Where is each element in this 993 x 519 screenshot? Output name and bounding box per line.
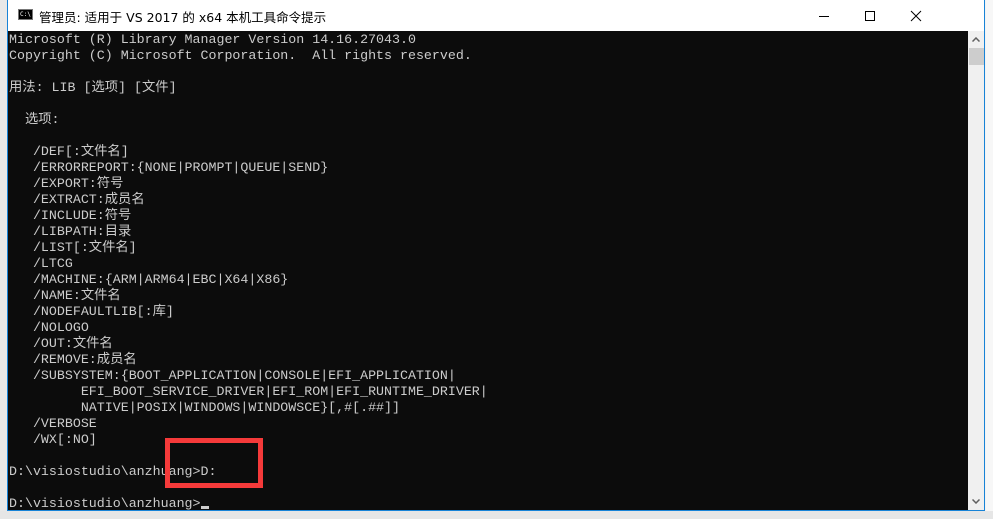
maximize-icon xyxy=(865,10,875,21)
close-icon xyxy=(910,10,922,21)
console-line: EFI_BOOT_SERVICE_DRIVER|EFI_ROM|EFI_RUNT… xyxy=(9,384,488,399)
text-cursor xyxy=(200,506,209,509)
command-prompt-line: D:\visiostudio\anzhuang> xyxy=(9,496,209,510)
console-line: /OUT:文件名 xyxy=(9,336,113,351)
command-prompt-window: 管理员: 适用于 VS 2017 的 x64 本机工具命令提示 Microsof… xyxy=(7,0,985,511)
background-taskbar-area xyxy=(0,511,993,519)
close-button[interactable] xyxy=(893,0,939,31)
annotation-highlight-box xyxy=(165,438,263,488)
maximize-button[interactable] xyxy=(847,0,893,31)
console-line: /SUBSYSTEM:{BOOT_APPLICATION|CONSOLE|EFI… xyxy=(9,368,456,383)
console-line: 选项: xyxy=(9,112,60,127)
console-line: /INCLUDE:符号 xyxy=(9,208,132,223)
console-line: /LTCG xyxy=(9,256,73,271)
console-line: /NOLOGO xyxy=(9,320,89,335)
console-line: /DEF[:文件名] xyxy=(9,144,129,159)
console-line: /REMOVE:成员名 xyxy=(9,352,137,367)
console-line: /EXTRACT:成员名 xyxy=(9,192,145,207)
background-window-right xyxy=(986,0,993,519)
console-output[interactable]: Microsoft (R) Library Manager Version 14… xyxy=(8,31,968,510)
console-line: /LIBPATH:目录 xyxy=(9,224,132,239)
console-line: Microsoft (R) Library Manager Version 14… xyxy=(9,32,416,47)
console-line: /NODEFAULTLIB[:库] xyxy=(9,304,174,319)
console-line: 用法: LIB [选项] [文件] xyxy=(9,80,177,95)
console-line: /NAME:文件名 xyxy=(9,288,121,303)
scrollbar-thumb[interactable] xyxy=(969,48,984,65)
minimize-icon xyxy=(819,15,829,17)
console-line: Copyright (C) Microsoft Corporation. All… xyxy=(9,48,472,63)
console-line: NATIVE|POSIX|WINDOWS|WINDOWSCE}[,#[.##]] xyxy=(9,400,400,415)
cmd-icon xyxy=(18,9,33,20)
chevron-up-icon xyxy=(972,37,980,42)
console-line: /VERBOSE xyxy=(9,416,97,431)
scroll-down-button[interactable] xyxy=(968,493,984,510)
title-bar[interactable]: 管理员: 适用于 VS 2017 的 x64 本机工具命令提示 xyxy=(8,0,984,31)
console-line: /EXPORT:符号 xyxy=(9,176,124,191)
chevron-down-icon xyxy=(972,499,980,504)
console-line: /ERRORREPORT:{NONE|PROMPT|QUEUE|SEND} xyxy=(9,160,329,175)
vertical-scrollbar[interactable] xyxy=(968,31,984,510)
window-title: 管理员: 适用于 VS 2017 的 x64 本机工具命令提示 xyxy=(39,10,327,25)
console-line: /LIST[:文件名] xyxy=(9,240,137,255)
console-line: /WX[:NO] xyxy=(9,432,97,447)
background-window xyxy=(0,0,7,519)
console-line: /MACHINE:{ARM|ARM64|EBC|X64|X86} xyxy=(9,272,289,287)
scroll-up-button[interactable] xyxy=(968,31,984,48)
minimize-button[interactable] xyxy=(801,0,847,31)
